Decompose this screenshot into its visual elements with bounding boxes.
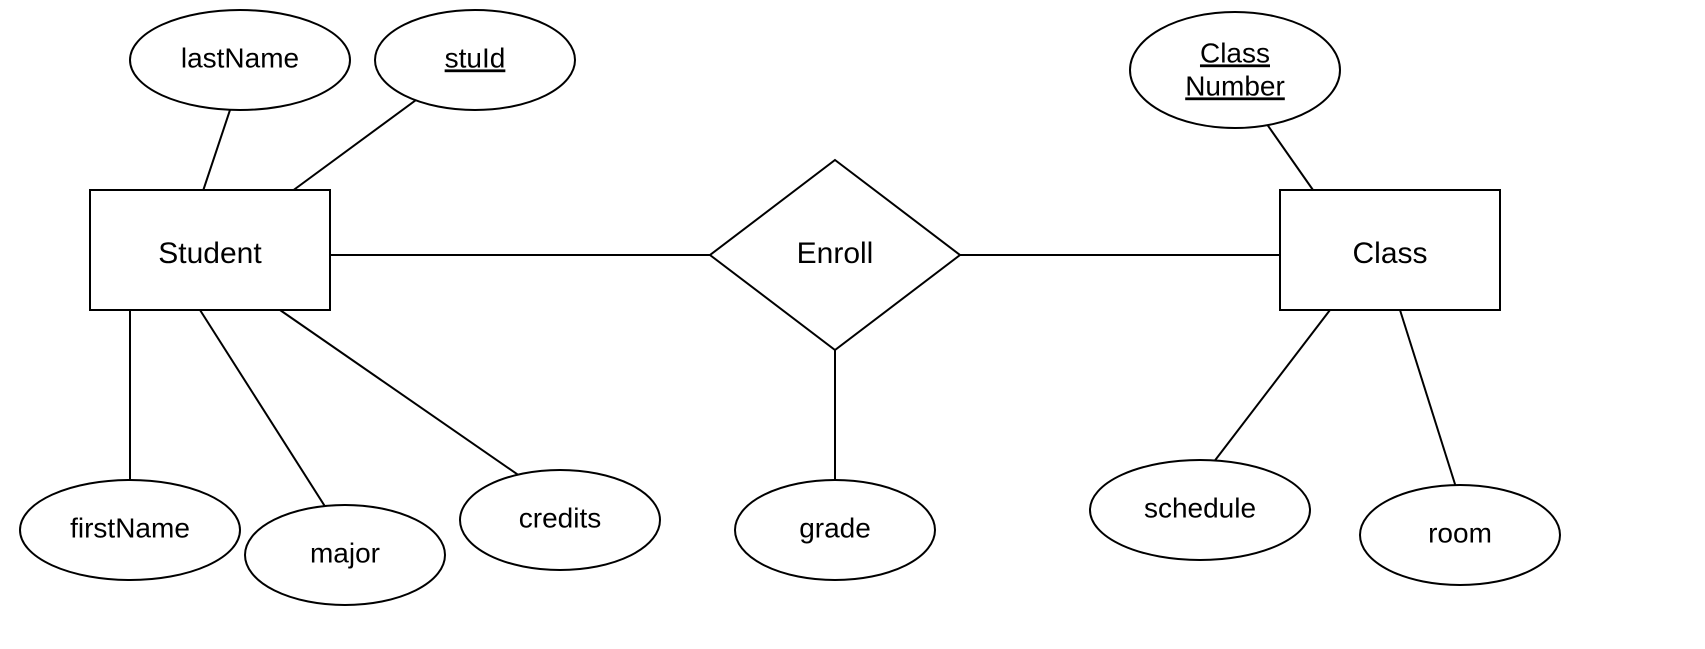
attribute-classnumber-label1: Class [1200, 37, 1270, 68]
attribute-lastname-label: lastName [181, 42, 299, 73]
relationship-enroll-label: Enroll [797, 237, 874, 270]
connector-class-schedule [1200, 310, 1330, 480]
entity-student-label: Student [158, 237, 262, 270]
attribute-major-label: major [310, 537, 380, 568]
attribute-classnumber-label2: Number [1185, 70, 1285, 101]
entity-class-label: Class [1352, 237, 1427, 270]
attribute-stuid-label: stuId [445, 42, 506, 73]
er-diagram: Student Class Enroll lastName stuId firs… [0, 0, 1705, 649]
connector-student-major [200, 310, 340, 530]
connector-student-credits [280, 310, 540, 490]
attribute-grade-label: grade [799, 512, 871, 543]
attribute-firstname-label: firstName [70, 512, 190, 543]
attribute-room-label: room [1428, 517, 1492, 548]
connector-class-room [1400, 310, 1460, 500]
attribute-schedule-label: schedule [1144, 492, 1256, 523]
attribute-credits-label: credits [519, 502, 601, 533]
